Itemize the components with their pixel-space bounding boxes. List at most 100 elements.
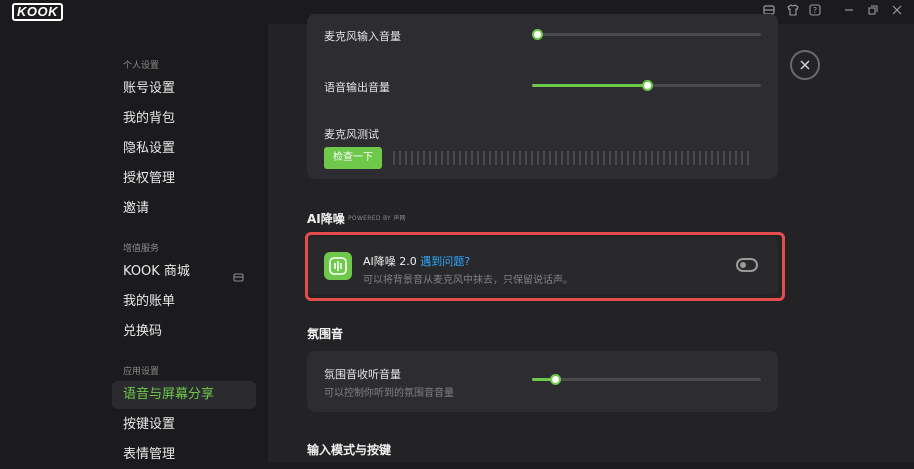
ai-denoise-highlight-frame — [305, 232, 785, 301]
kook-logo: KOOK — [12, 3, 63, 21]
minimize-icon[interactable] — [842, 4, 856, 18]
ai-powered-by: POWERED BY 声网 — [348, 215, 406, 222]
ai-section-title: AI降噪 — [307, 212, 345, 226]
meter-bar — [723, 151, 725, 165]
meter-bar — [567, 151, 569, 165]
meter-bar — [591, 151, 593, 165]
meter-bar — [489, 151, 491, 165]
meter-bar — [747, 151, 749, 165]
voice-output-slider[interactable] — [532, 80, 761, 91]
meter-bar — [495, 151, 497, 165]
meter-bar — [465, 151, 467, 165]
meter-bar — [705, 151, 707, 165]
meter-bar — [453, 151, 455, 165]
meter-bar — [483, 151, 485, 165]
ambient-volume-thumb[interactable] — [549, 374, 561, 385]
sidebar-item-billing[interactable]: 我的账单 — [112, 288, 256, 316]
meter-bar — [687, 151, 689, 165]
meter-bar — [561, 151, 563, 165]
meter-bar — [675, 151, 677, 165]
store-badge-icon — [233, 266, 244, 282]
meter-bar — [693, 151, 695, 165]
meter-bar — [729, 151, 731, 165]
mic-level-meter — [393, 151, 749, 165]
meter-bar — [525, 151, 527, 165]
meter-bar — [615, 151, 617, 165]
sidebar-item-emoji[interactable]: 表情管理 — [112, 441, 256, 469]
meter-bar — [399, 151, 401, 165]
ambient-volume-label: 氛围音收听音量 — [324, 368, 401, 381]
meter-bar — [711, 151, 713, 165]
sidebar-item-authorization[interactable]: 授权管理 — [112, 165, 256, 193]
mic-input-label: 麦克风输入音量 — [324, 30, 401, 43]
close-settings-button[interactable] — [790, 50, 820, 80]
meter-bar — [549, 151, 551, 165]
meter-bar — [513, 151, 515, 165]
sidebar-item-store[interactable]: KOOK 商城 — [112, 258, 256, 286]
ambient-section-title: 氛围音 — [307, 327, 344, 341]
meter-bar — [411, 151, 413, 165]
meter-bar — [609, 151, 611, 165]
meter-bar — [603, 151, 605, 165]
meter-bar — [459, 151, 461, 165]
meter-bar — [447, 151, 449, 165]
meter-bar — [441, 151, 443, 165]
meter-bar — [477, 151, 479, 165]
settings-sidebar: 个人设置 账号设置 我的背包 隐私设置 授权管理 邀请 增值服务 KOOK 商城… — [0, 24, 268, 462]
voice-output-label: 语音输出音量 — [324, 81, 390, 94]
ambient-card: 氛围音收听音量 可以控制你听到的氛围音音量 — [307, 351, 778, 412]
meter-bar — [651, 151, 653, 165]
sidebar-item-account[interactable]: 账号设置 — [112, 75, 256, 103]
ambient-volume-slider[interactable] — [532, 374, 761, 385]
meter-bar — [543, 151, 545, 165]
mic-test-label: 麦克风测试 — [324, 128, 379, 141]
meter-bar — [621, 151, 623, 165]
mic-input-slider[interactable] — [532, 29, 761, 40]
close-icon[interactable] — [890, 4, 904, 18]
meter-bar — [627, 151, 629, 165]
shirt-icon[interactable] — [786, 4, 800, 18]
voice-output-fill — [532, 84, 647, 87]
sidebar-item-label: KOOK 商城 — [123, 264, 190, 279]
meter-bar — [501, 151, 503, 165]
meter-bar — [435, 151, 437, 165]
meter-bar — [429, 151, 431, 165]
meter-bar — [645, 151, 647, 165]
meter-bar — [597, 151, 599, 165]
meter-bar — [537, 151, 539, 165]
restore-icon[interactable] — [866, 4, 880, 18]
ambient-volume-desc: 可以控制你听到的氛围音音量 — [324, 388, 454, 399]
section-title-premium: 增值服务 — [123, 244, 160, 254]
meter-bar — [471, 151, 473, 165]
meter-bar — [423, 151, 425, 165]
help-icon[interactable]: ? — [808, 4, 822, 18]
meter-bar — [699, 151, 701, 165]
meter-bar — [657, 151, 659, 165]
meter-bar — [663, 151, 665, 165]
meter-bar — [735, 151, 737, 165]
sidebar-item-invite[interactable]: 邀请 — [112, 195, 256, 223]
meter-bar — [417, 151, 419, 165]
sidebar-item-privacy[interactable]: 隐私设置 — [112, 135, 256, 163]
sidebar-item-backpack[interactable]: 我的背包 — [112, 105, 256, 133]
meter-bar — [579, 151, 581, 165]
mic-test-button[interactable]: 检查一下 — [324, 147, 382, 169]
meter-bar — [519, 151, 521, 165]
sidebar-item-keybinds[interactable]: 按键设置 — [112, 411, 256, 439]
meter-bar — [741, 151, 743, 165]
section-title-personal: 个人设置 — [123, 61, 160, 71]
meter-bar — [573, 151, 575, 165]
meter-bar — [507, 151, 509, 165]
mic-input-thumb[interactable] — [532, 29, 543, 40]
input-mode-section-title: 输入模式与按键 — [307, 443, 392, 457]
meter-bar — [555, 151, 557, 165]
meter-bar — [669, 151, 671, 165]
voice-output-thumb[interactable] — [641, 80, 653, 91]
sidebar-item-redeem[interactable]: 兑换码 — [112, 318, 256, 346]
section-title-app: 应用设置 — [123, 367, 160, 377]
meter-bar — [585, 151, 587, 165]
meter-bar — [717, 151, 719, 165]
sidebar-item-voice-screen[interactable]: 语音与屏幕分享 — [112, 381, 256, 409]
svg-text:?: ? — [813, 6, 817, 15]
meter-bar — [633, 151, 635, 165]
